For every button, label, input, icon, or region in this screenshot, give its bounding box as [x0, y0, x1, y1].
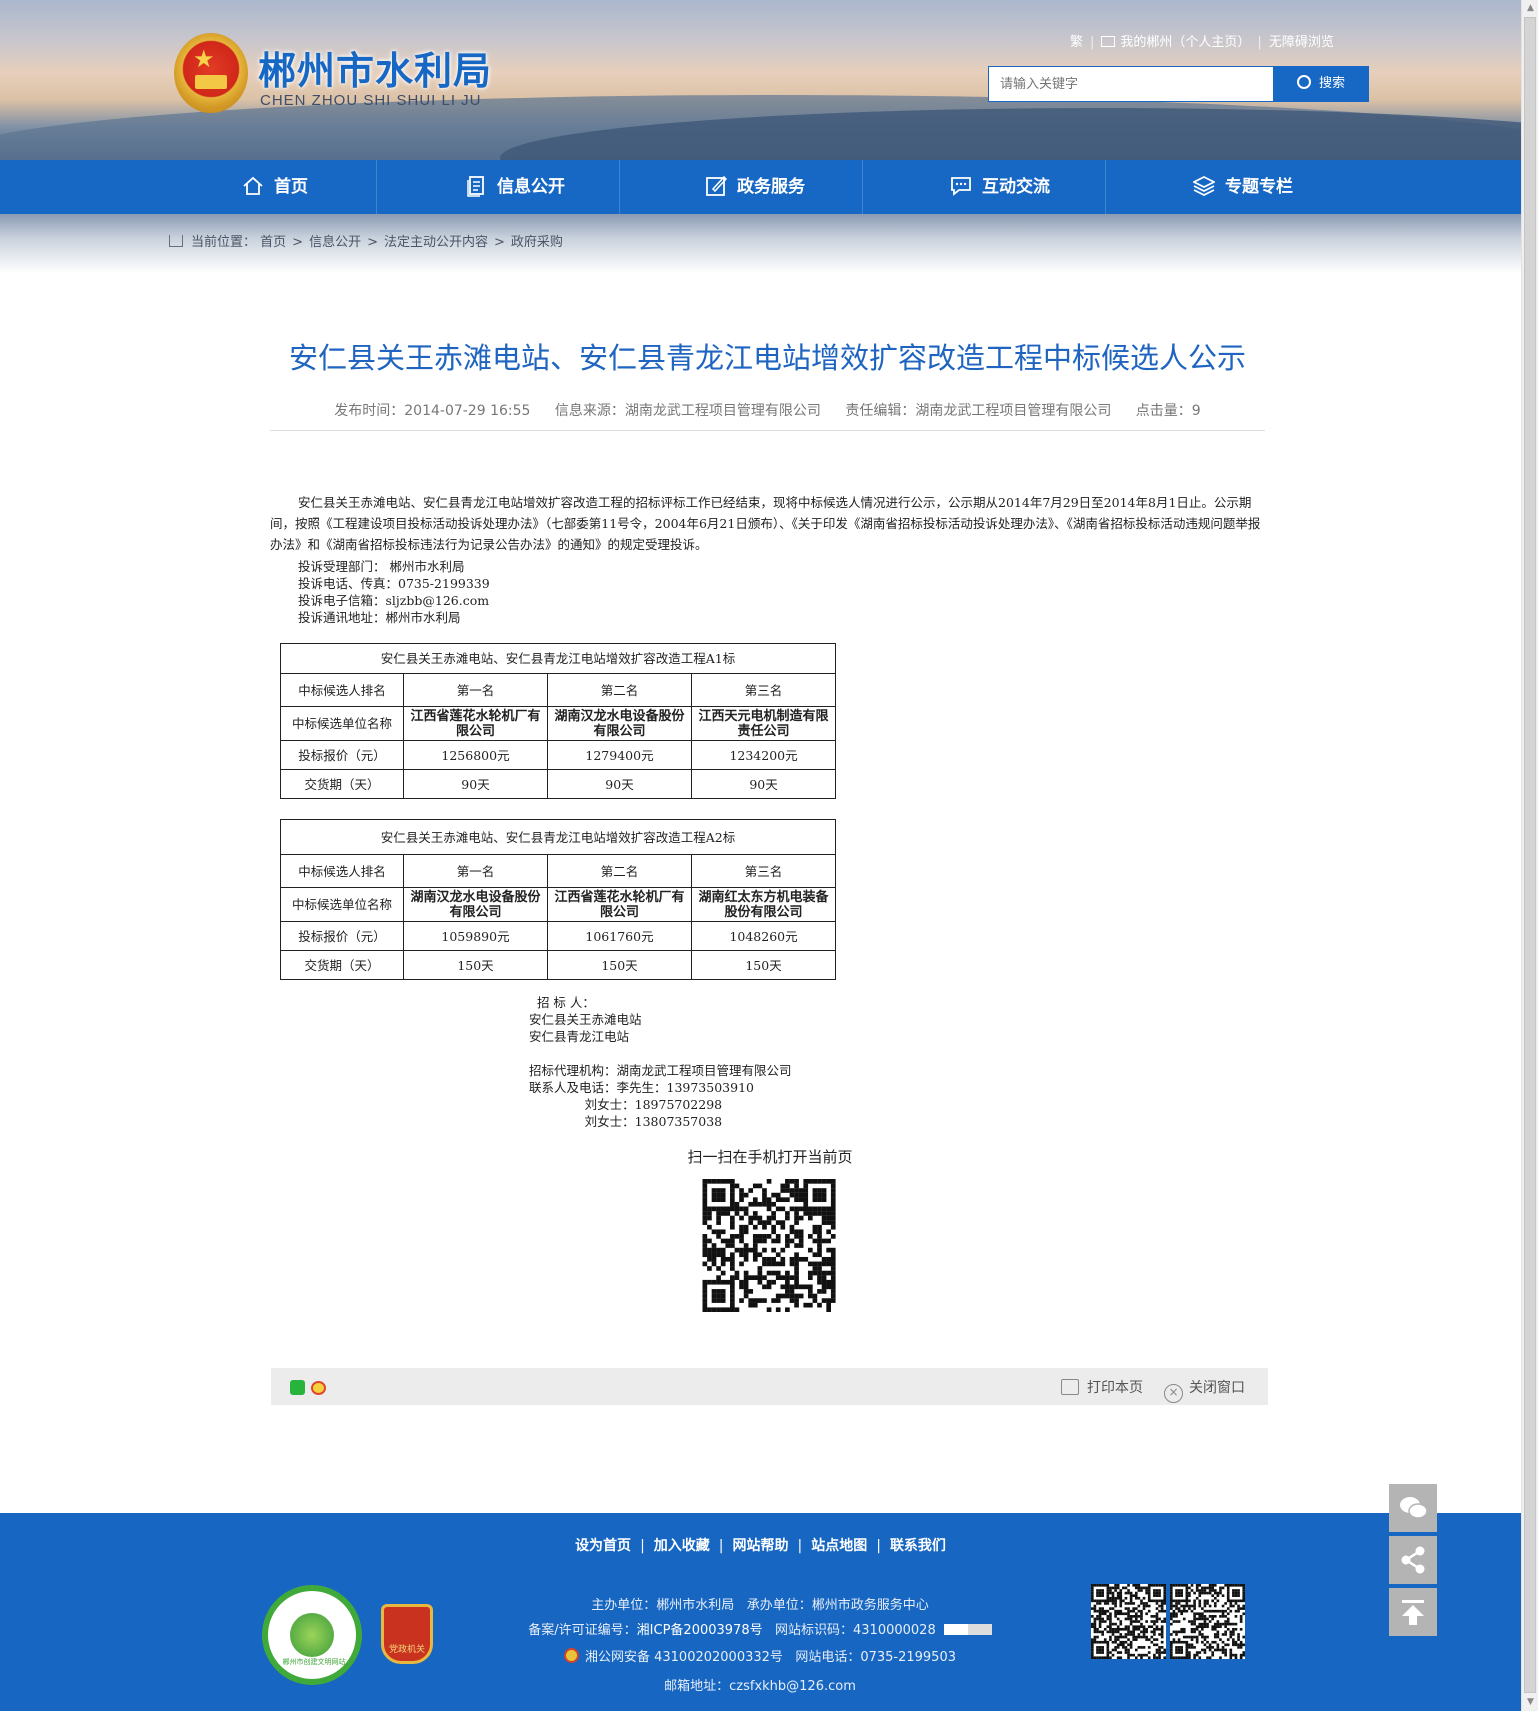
footer-icp: 备案/许可证编号：湘ICP备20003978号 网站标识码：4310000028	[420, 1619, 1100, 1638]
breadcrumb-statutory[interactable]: 法定主动公开内容	[384, 235, 488, 250]
site-subtitle: CHEN ZHOU SHI SHUI LI JU	[260, 92, 482, 109]
table-row: 中标候选人排名 第一名 第二名 第三名	[280, 673, 837, 707]
article-body: 安仁县关王赤滩电站、安仁县青龙江电站增效扩容改造工程的招标评标工作已经结束，现将…	[270, 492, 1268, 555]
home-outline-icon	[169, 235, 183, 247]
divider	[270, 430, 1265, 431]
editor: 责任编辑：湖南龙武工程项目管理有限公司	[845, 403, 1112, 419]
home-icon	[243, 176, 263, 195]
search-box	[988, 66, 1274, 102]
police-badge-icon	[563, 1648, 579, 1663]
qr-caption: 扫一扫在手机打开当前页	[687, 1148, 853, 1166]
page: ★ 郴州市水利局 CHEN ZHOU SHI SHUI LI JU 繁 | 我的郴州…	[0, 0, 1521, 1711]
scroll-down-arrow-icon[interactable]: ▼	[1525, 1697, 1536, 1708]
layers-icon	[1193, 176, 1215, 196]
printer-icon	[1061, 1379, 1079, 1395]
nav-item-interaction[interactable]: 互动交流	[885, 160, 1115, 214]
nav-item-home[interactable]: 首页	[175, 160, 375, 214]
breadcrumb-home[interactable]: 首页	[260, 235, 286, 250]
nav-item-gov-services[interactable]: 政务服务	[640, 160, 870, 214]
breadcrumb-info-disclosure[interactable]: 信息公开	[309, 235, 361, 250]
close-icon: ×	[1164, 1384, 1183, 1403]
table-row: 投标报价（元） 1256800元 1279400元 1234200元	[280, 740, 837, 770]
site-title[interactable]: 郴州市水利局	[258, 40, 492, 95]
share-icon	[1401, 1546, 1425, 1574]
side-wechat-button[interactable]	[1389, 1484, 1437, 1532]
footer-link-sitemap[interactable]: 站点地图	[811, 1538, 867, 1554]
hit-count: 点击量：9	[1135, 403, 1201, 419]
publish-time: 发布时间：2014-07-29 16:55	[334, 403, 531, 419]
intro-paragraph: 安仁县关王赤滩电站、安仁县青龙江电站增效扩容改造工程的招标评标工作已经结束，现将…	[270, 495, 1261, 552]
footer-sponsor: 主办单位：郴州市水利局 承办单位：郴州市政务服务中心	[591, 1598, 929, 1613]
info-source: 信息来源：湖南龙武工程项目管理有限公司	[554, 403, 821, 419]
national-emblem-icon: ★	[174, 33, 248, 113]
footer-links: 设为首页 | 加入收藏 | 网站帮助 | 站点地图 | 联系我们	[575, 1538, 946, 1554]
footer-link-contact[interactable]: 联系我们	[890, 1538, 946, 1554]
breadcrumb: 当前位置： 首页 > 信息公开 > 法定主动公开内容 > 政府采购	[169, 231, 563, 250]
table-row: 中标候选人排名 第一名 第二名 第三名	[280, 854, 837, 888]
bid-table-a2: 安仁县关王赤滩电站、安仁县青龙江电站增效扩容改造工程A2标 中标候选人排名 第一…	[279, 819, 837, 980]
document-icon	[467, 176, 484, 197]
table-caption: 安仁县关王赤滩电站、安仁县青龙江电站增效扩容改造工程A1标	[279, 643, 837, 674]
nav-item-special-topics[interactable]: 专题专栏	[1128, 160, 1358, 214]
wechat-qr-code	[1091, 1584, 1166, 1659]
article-title: 安仁县关王赤滩电站、安仁县青龙江电站增效扩容改造工程中标候选人公示	[288, 341, 1246, 375]
table-row: 交货期（天） 90天 90天 90天	[280, 769, 837, 799]
article-meta: 发布时间：2014-07-29 16:55 信息来源：湖南龙武工程项目管理有限公…	[270, 400, 1265, 420]
police-record-link[interactable]: 湘公网安备 43100202000332号	[585, 1650, 783, 1665]
breadcrumb-procurement[interactable]: 政府采购	[511, 235, 563, 250]
footer-link-help[interactable]: 网站帮助	[733, 1538, 789, 1554]
scroll-thumb[interactable]	[1524, 17, 1536, 1693]
search-button[interactable]: 搜索	[1273, 66, 1369, 102]
wechat-icon	[1400, 1497, 1428, 1519]
top-links: 繁 | 我的郴州（个人主页） | 无障碍浏览	[1070, 35, 1334, 50]
main-nav: 首页 信息公开 政务服务 互动交流 专题专栏	[0, 160, 1521, 214]
search-icon	[1296, 75, 1311, 89]
side-share-button[interactable]	[1389, 1536, 1437, 1584]
civilized-website-badge[interactable]: 郴州市创建文明网站	[262, 1585, 362, 1685]
cnzz-icon[interactable]	[943, 1624, 992, 1635]
footer-link-set-home[interactable]: 设为首页	[575, 1538, 631, 1554]
edit-icon	[706, 175, 727, 196]
print-page-button[interactable]: 打印本页	[1061, 1377, 1143, 1397]
vertical-scrollbar[interactable]: ▲ ▼	[1521, 0, 1538, 1711]
nav-item-info-disclosure[interactable]: 信息公开	[400, 160, 630, 214]
search-input[interactable]	[989, 67, 1273, 101]
footer-email: 邮箱地址：czsfxkhb@126.com	[664, 1679, 856, 1694]
footer-link-bookmark[interactable]: 加入收藏	[654, 1538, 710, 1554]
page-qr-code	[702, 1179, 836, 1312]
side-back-to-top-button[interactable]	[1389, 1588, 1437, 1636]
traditional-chinese-link[interactable]: 繁	[1070, 35, 1083, 50]
table-row: 中标候选单位名称 江西省莲花水轮机厂有限公司 湖南汉龙水电设备股份有限公司 江西…	[280, 706, 837, 741]
complaint-contact: 投诉受理部门： 郴州市水利局 投诉电话、传真：0735-2199339 投诉电子…	[298, 559, 490, 625]
table-row: 交货期（天） 150天 150天 150天	[280, 950, 837, 980]
chat-icon	[951, 177, 971, 196]
side-toolbar	[1389, 1484, 1437, 1640]
bid-table-a1: 安仁县关王赤滩电站、安仁县青龙江电站增效扩容改造工程A1标 中标候选人排名 第一…	[279, 643, 837, 799]
table-row: 中标候选单位名称 湖南汉龙水电设备股份有限公司 江西省莲花水轮机厂有限公司 湖南…	[280, 887, 837, 922]
table-caption: 安仁县关王赤滩电站、安仁县青龙江电站增效扩容改造工程A2标	[279, 819, 837, 855]
weibo-qr-code	[1170, 1584, 1245, 1659]
weibo-share-icon[interactable]	[311, 1381, 326, 1395]
accessible-browsing-link[interactable]: 无障碍浏览	[1269, 35, 1334, 50]
share-bar: 打印本页 × 关闭窗口	[271, 1368, 1268, 1405]
back-to-top-icon	[1402, 1600, 1424, 1625]
table-row: 投标报价（元） 1059890元 1061760元 1048260元	[280, 921, 837, 951]
scroll-up-arrow-icon[interactable]: ▲	[1525, 3, 1536, 14]
tender-signoff: 招 标 人： 安仁县关王赤滩电站 安仁县青龙江电站 招标代理机构：湖南龙武工程项…	[529, 995, 792, 1129]
wechat-share-icon[interactable]	[290, 1380, 305, 1395]
my-chenzhou-link[interactable]: 我的郴州（个人主页）	[1120, 35, 1250, 50]
monitor-icon	[1101, 36, 1116, 47]
icp-link[interactable]: 湘ICP备20003978号	[637, 1623, 763, 1638]
footer-police: 湘公网安备 43100202000332号 网站电话：0735-2199503	[420, 1646, 1100, 1665]
close-window-button[interactable]: × 关闭窗口	[1164, 1377, 1245, 1403]
